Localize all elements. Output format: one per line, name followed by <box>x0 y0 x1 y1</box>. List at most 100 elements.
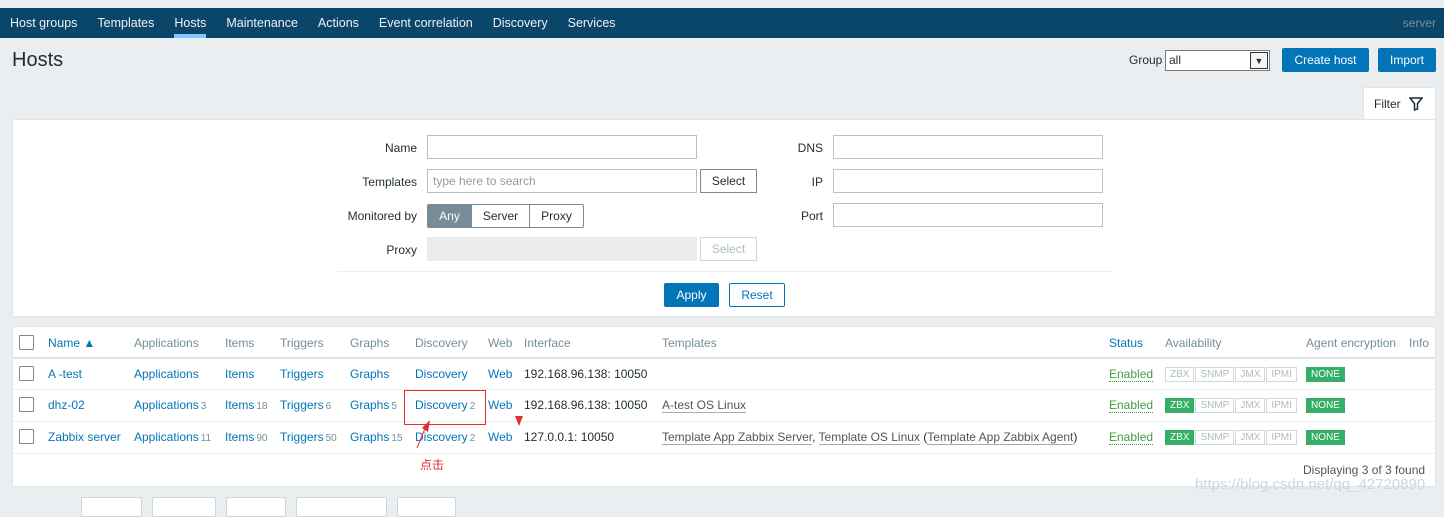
applications-count: 11 <box>200 433 212 444</box>
template-link[interactable]: Template App Zabbix Server <box>662 430 813 445</box>
mass-action-button[interactable] <box>226 497 286 517</box>
nav-discovery[interactable]: Discovery <box>483 8 558 38</box>
graphs-cell: Graphs 5 <box>350 398 397 412</box>
filter-panel: Name Templates type here to search Selec… <box>12 119 1436 317</box>
annotation-arrow-head <box>422 420 430 432</box>
nav-host-groups[interactable]: Host groups <box>0 8 87 38</box>
group-label: Group <box>1129 53 1163 67</box>
ipmi-badge: IPMI <box>1266 367 1297 382</box>
nav-templates[interactable]: Templates <box>87 8 164 38</box>
column-status-sort[interactable]: Status <box>1109 336 1143 350</box>
hosts-table: Name ▲ Applications Items Triggers Graph… <box>12 326 1436 487</box>
templates-cell: Template App Zabbix Server, Template OS … <box>662 430 1077 445</box>
templates-select-button[interactable]: Select <box>700 169 757 193</box>
triggers-count: 50 <box>325 433 337 444</box>
proxy-label: Proxy <box>386 243 417 257</box>
row-divider <box>13 453 1435 454</box>
host-name-link[interactable]: Zabbix server <box>48 430 121 444</box>
select-all-checkbox[interactable] <box>19 335 34 350</box>
graphs-link[interactable]: Graphs <box>350 430 389 444</box>
column-web: Web <box>488 336 513 350</box>
triggers-link[interactable]: Triggers <box>280 367 324 381</box>
nav-services[interactable]: Services <box>558 8 626 38</box>
template-link[interactable]: Template OS Linux <box>818 430 920 445</box>
applications-link[interactable]: Applications <box>134 398 199 412</box>
name-label: Name <box>384 141 417 155</box>
name-input[interactable] <box>427 135 697 159</box>
dns-label: DNS <box>797 141 823 155</box>
page-title: Hosts <box>12 49 64 71</box>
monitored-server-option[interactable]: Server <box>472 205 530 227</box>
group-select[interactable]: all ▼ <box>1165 50 1270 71</box>
items-link[interactable]: Items <box>225 398 254 412</box>
applications-cell: Applications 11 <box>134 430 211 444</box>
host-name-link[interactable]: A -test <box>48 367 82 381</box>
apply-button[interactable]: Apply <box>664 283 719 307</box>
import-button[interactable]: Import <box>1378 48 1436 72</box>
row-checkbox[interactable] <box>19 429 34 444</box>
items-link[interactable]: Items <box>225 367 254 381</box>
mass-action-button[interactable] <box>296 497 387 517</box>
status-text: Enabled <box>1109 430 1154 445</box>
graphs-link[interactable]: Graphs <box>350 367 389 381</box>
applications-link[interactable]: Applications <box>134 430 199 444</box>
items-link[interactable]: Items <box>225 430 254 444</box>
row-divider <box>13 389 1435 390</box>
zbx-badge: ZBX <box>1165 367 1195 382</box>
nav-event-correlation[interactable]: Event correlation <box>369 8 483 38</box>
web-link[interactable]: Web <box>488 367 512 381</box>
dns-input[interactable] <box>833 135 1103 159</box>
nav-actions[interactable]: Actions <box>308 8 369 38</box>
applications-cell: Applications 3 <box>134 398 206 412</box>
monitored-by-toggle: Any Server Proxy <box>427 204 584 228</box>
availability-badges: ZBX SNMP JMX IPMI <box>1165 367 1298 382</box>
template-link[interactable]: A-test OS Linux <box>662 398 747 413</box>
proxy-input <box>427 237 697 261</box>
templates-input[interactable]: type here to search <box>427 169 697 193</box>
column-interface: Interface <box>524 336 571 350</box>
row-checkbox[interactable] <box>19 366 34 381</box>
monitored-proxy-option[interactable]: Proxy <box>530 205 583 227</box>
status-text: Enabled <box>1109 367 1154 382</box>
ip-label: IP <box>811 175 823 189</box>
triggers-link[interactable]: Triggers <box>280 398 324 412</box>
nav-maintenance[interactable]: Maintenance <box>216 8 308 38</box>
filter-tab[interactable]: Filter <box>1363 87 1436 120</box>
status-toggle[interactable]: Enabled <box>1109 398 1154 413</box>
web-link[interactable]: Web <box>488 398 512 412</box>
top-nav: Host groups Templates Hosts Maintenance … <box>0 8 1444 38</box>
row-checkbox[interactable] <box>19 397 34 412</box>
availability-badges: ZBX SNMP JMX IPMI <box>1165 430 1298 445</box>
template-link[interactable]: Template App Zabbix Agent <box>927 430 1074 445</box>
row-divider <box>13 421 1435 422</box>
filter-tab-label: Filter <box>1374 97 1401 111</box>
ipmi-badge: IPMI <box>1266 430 1297 445</box>
graphs-link[interactable]: Graphs <box>350 398 389 412</box>
ip-input[interactable] <box>833 169 1103 193</box>
mass-action-button[interactable] <box>397 497 456 517</box>
discovery-link[interactable]: Discovery <box>415 367 468 381</box>
header-divider <box>13 357 1435 359</box>
monitored-any-option[interactable]: Any <box>428 205 472 227</box>
reset-button[interactable]: Reset <box>729 283 785 307</box>
zbx-badge: ZBX <box>1165 398 1195 413</box>
applications-link[interactable]: Applications <box>134 367 199 381</box>
column-discovery: Discovery <box>415 336 468 350</box>
triggers-cell: Triggers 50 <box>280 430 337 444</box>
column-graphs: Graphs <box>350 336 390 350</box>
create-host-button[interactable]: Create host <box>1282 48 1369 72</box>
column-name-sort[interactable]: Name ▲ <box>48 336 95 350</box>
host-name-link[interactable]: dhz-02 <box>48 398 85 412</box>
snmp-badge: SNMP <box>1195 430 1235 445</box>
status-toggle[interactable]: Enabled <box>1109 430 1154 445</box>
triggers-link[interactable]: Triggers <box>280 430 324 444</box>
interface-value: 192.168.96.138: 10050 <box>524 367 648 381</box>
items-count: 18 <box>256 401 268 412</box>
table-footer-count: Displaying 3 of 3 found <box>1303 463 1426 477</box>
jmx-badge: JMX <box>1235 398 1266 413</box>
mass-action-button[interactable] <box>81 497 142 517</box>
mass-action-button[interactable] <box>152 497 216 517</box>
status-toggle[interactable]: Enabled <box>1109 367 1154 382</box>
port-input[interactable] <box>833 203 1103 227</box>
nav-hosts[interactable]: Hosts <box>164 8 216 38</box>
